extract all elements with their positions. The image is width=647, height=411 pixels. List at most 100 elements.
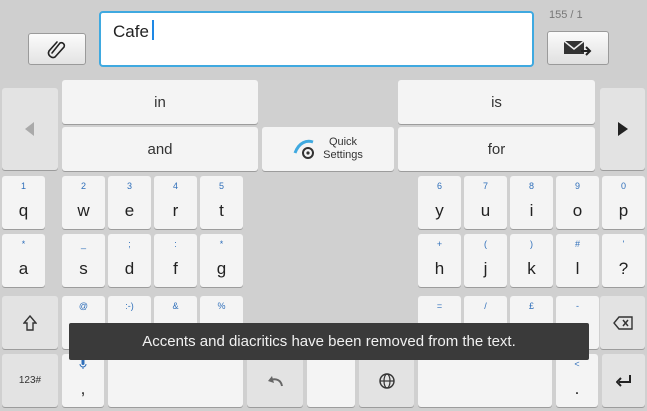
key-hint: £ <box>528 301 534 311</box>
key-hint: + <box>436 239 443 249</box>
key-label: e <box>124 201 135 220</box>
key-label: h <box>434 259 445 278</box>
key-l[interactable]: # l <box>556 234 599 287</box>
attach-button[interactable] <box>28 33 86 65</box>
symbols-key[interactable]: 123# <box>2 354 58 407</box>
key-j[interactable]: (j <box>464 234 507 287</box>
comma-key[interactable]: , <box>62 354 104 407</box>
compose-bar: Cafe 155 / 1 <box>0 0 647 80</box>
key-label: d <box>124 259 135 278</box>
key-h[interactable]: + h <box>418 234 461 287</box>
suggestion-for[interactable]: for <box>398 127 595 171</box>
key-label: s <box>79 259 88 278</box>
send-button[interactable] <box>547 31 609 65</box>
key-hint: _ <box>80 239 86 249</box>
quick-settings-label: Quick Settings <box>323 136 363 162</box>
key-hint: ( <box>484 239 487 249</box>
text-cursor <box>151 20 154 40</box>
key-k[interactable]: ) k <box>510 234 553 287</box>
key-hint: = <box>436 301 443 311</box>
shift-icon <box>23 314 37 331</box>
key-e[interactable]: 3e <box>108 176 151 229</box>
key-hint: ' <box>622 239 625 249</box>
key-hint: 1 <box>20 181 26 191</box>
space-key-left[interactable] <box>108 354 243 407</box>
period-key-label: . <box>574 379 580 398</box>
arrow-right-icon <box>617 122 628 136</box>
key-label: a <box>18 259 29 278</box>
key-g[interactable]: * g <box>200 234 243 287</box>
key-label: p <box>618 201 629 220</box>
key-o[interactable]: 9o <box>556 176 599 229</box>
backspace-key[interactable] <box>600 296 645 349</box>
key-hint: @ <box>78 301 89 311</box>
space-key-right[interactable] <box>418 354 552 407</box>
key-y[interactable]: 6y <box>418 176 461 229</box>
key-f[interactable]: :f <box>154 234 197 287</box>
key-label: f <box>173 259 178 278</box>
key-i[interactable]: 8i <box>510 176 553 229</box>
key-label: g <box>216 259 227 278</box>
character-counter: 155 / 1 <box>549 9 583 21</box>
globe-icon <box>378 372 395 389</box>
key-hint: / <box>484 301 487 311</box>
key-hint: 9 <box>574 181 580 191</box>
key-hint: 4 <box>172 181 178 191</box>
key-hint: ) <box>530 239 533 249</box>
key-d[interactable]: ; d <box>108 234 151 287</box>
message-input[interactable]: Cafe <box>99 11 534 67</box>
toast-message: Accents and diacritics have been removed… <box>69 323 589 360</box>
key-hint: 7 <box>482 181 488 191</box>
key-label: t <box>219 201 224 220</box>
key-label: k <box>527 259 536 278</box>
key-t[interactable]: 5t <box>200 176 243 229</box>
candidates-next-button[interactable] <box>600 88 645 170</box>
key-label: u <box>480 201 491 220</box>
key-label: i <box>529 201 534 220</box>
undo-key[interactable] <box>247 354 303 407</box>
key-hint: % <box>217 301 226 311</box>
send-message-icon <box>563 39 593 57</box>
candidates-prev-button[interactable] <box>2 88 58 170</box>
key-u[interactable]: 7u <box>464 176 507 229</box>
message-input-value: Cafe <box>113 22 149 41</box>
key-hint: 2 <box>80 181 86 191</box>
backspace-icon <box>612 315 633 330</box>
key-label: y <box>435 201 444 220</box>
period-key[interactable]: < . <box>556 354 598 407</box>
key-w[interactable]: 2w <box>62 176 105 229</box>
keyboard: in is and Quick Settings for 123# , < . … <box>0 80 647 411</box>
key-hint: :-) <box>125 301 134 311</box>
period-key-hint: < <box>574 359 580 369</box>
key-hint: 8 <box>528 181 534 191</box>
key-q[interactable]: 1q <box>2 176 45 229</box>
undo-icon <box>266 375 284 387</box>
key-p[interactable]: 0p <box>602 176 645 229</box>
key-label: w <box>77 201 90 220</box>
key-r[interactable]: 4r <box>154 176 197 229</box>
space-key-middle[interactable] <box>307 354 355 407</box>
suggestion-in[interactable]: in <box>62 80 258 124</box>
key-hint: * <box>21 239 26 249</box>
key-a[interactable]: * a <box>2 234 45 287</box>
suggestion-and[interactable]: and <box>62 127 258 171</box>
key-hint: & <box>172 301 179 311</box>
settings-gear-icon <box>293 138 317 160</box>
suggestion-is[interactable]: is <box>398 80 595 124</box>
language-key[interactable] <box>359 354 414 407</box>
key-hint: ; <box>128 239 131 249</box>
comma-key-label: , <box>80 379 86 398</box>
enter-icon <box>615 374 632 387</box>
quick-settings-line2: Settings <box>323 149 363 161</box>
key-s[interactable]: _ s <box>62 234 105 287</box>
key-question[interactable]: '? <box>602 234 645 287</box>
enter-key[interactable] <box>602 354 645 407</box>
quick-settings-button[interactable]: Quick Settings <box>262 127 394 171</box>
microphone-icon <box>62 359 104 370</box>
shift-key[interactable] <box>2 296 58 349</box>
key-label: ? <box>618 259 629 278</box>
key-hint: - <box>576 301 579 311</box>
key-hint: 0 <box>620 181 626 191</box>
key-hint: # <box>574 239 580 249</box>
key-label: j <box>483 259 488 278</box>
